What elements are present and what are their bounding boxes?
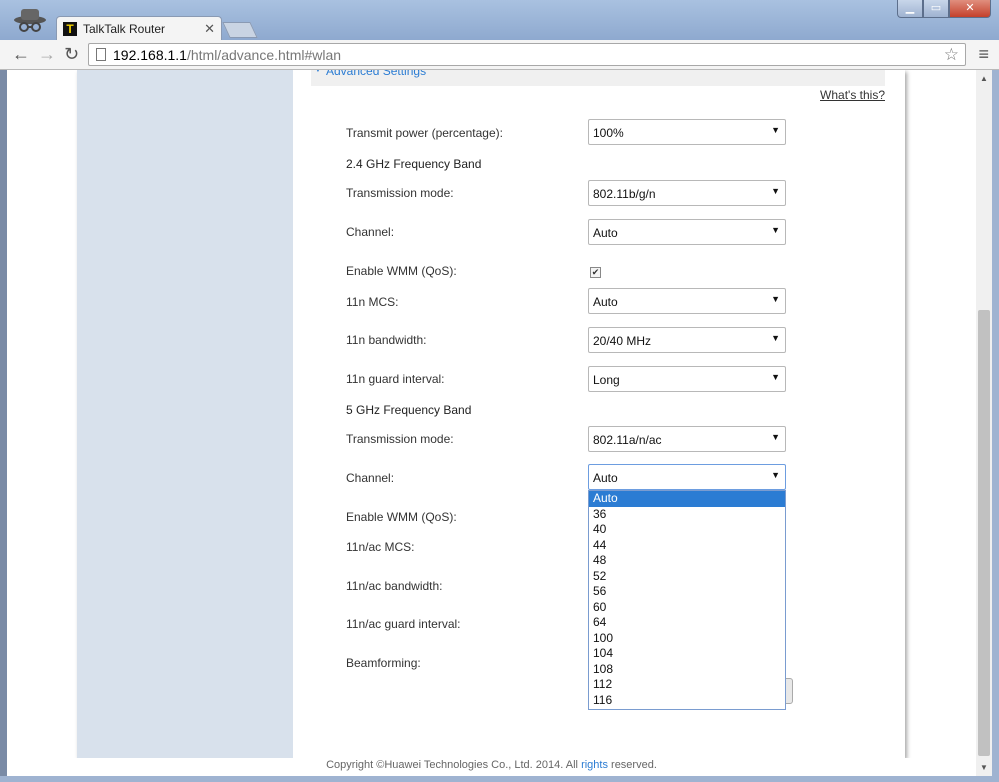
tab-close-icon[interactable]: ✕ [204,21,215,37]
dropdown-arrow-icon: ▼ [771,125,780,135]
back-arrow-icon[interactable]: ← [12,44,30,64]
band24-transmission-mode-label: Transmission mode: [346,186,454,200]
minimize-button[interactable]: ▁ [897,0,923,18]
channel-option[interactable]: 60 [589,600,785,616]
copyright-footer: Copyright ©Huawei Technologies Co., Ltd.… [7,758,976,776]
channel-option[interactable]: 116 [589,693,785,709]
collapse-triangle-icon: ▼ [313,70,323,75]
channel-option[interactable]: 48 [589,553,785,569]
band24-guard-interval-select[interactable]: Long ▼ [588,366,786,392]
channel-option[interactable]: Auto [589,491,785,507]
window-frame-bottom [0,776,999,782]
browser-tab[interactable]: T TalkTalk Router ✕ [56,16,222,40]
channel-option[interactable]: 40 [589,522,785,538]
new-tab-button[interactable] [222,22,258,38]
wlan-settings-panel: ▼ Advanced Settings What's this? Transmi… [293,70,905,758]
scrollbar-thumb[interactable] [978,310,990,756]
dropdown-arrow-icon: ▼ [771,294,780,304]
window-titlebar: T TalkTalk Router ✕ ▁ ▭ ✕ [0,0,999,40]
band5-guard-interval-label: 11n/ac guard interval: [346,617,461,631]
page-viewport: ▼ Advanced Settings What's this? Transmi… [7,70,976,776]
dropdown-arrow-icon: ▼ [771,372,780,382]
address-bar[interactable]: 192.168.1.1/html/advance.html#wlan ☆ [88,43,966,66]
channel-option[interactable]: 100 [589,631,785,647]
dropdown-arrow-icon: ▼ [771,186,780,196]
maximize-button[interactable]: ▭ [923,0,949,18]
page-icon [96,48,106,61]
channel-option[interactable]: 52 [589,569,785,585]
band5-transmission-mode-select[interactable]: 802.11a/n/ac ▼ [588,426,786,452]
band24-bandwidth-label: 11n bandwidth: [346,333,427,347]
band24-wmm-checkbox[interactable]: ✔ [590,267,601,278]
rights-link[interactable]: rights [581,759,608,771]
advanced-settings-header[interactable]: ▼ Advanced Settings [311,70,885,86]
scroll-up-arrow-icon[interactable]: ▲ [976,70,992,87]
band-5-title: 5 GHz Frequency Band [346,403,472,417]
scroll-down-arrow-icon[interactable]: ▼ [976,759,992,776]
window-frame-right [992,70,999,782]
band24-bandwidth-select[interactable]: 20/40 MHz ▼ [588,327,786,353]
bookmark-star-icon[interactable]: ☆ [944,45,959,65]
talktalk-favicon-icon: T [63,22,77,36]
channel-option[interactable]: 104 [589,646,785,662]
band5-mcs-label: 11n/ac MCS: [346,540,415,554]
beamforming-label: Beamforming: [346,656,421,670]
whats-this-link[interactable]: What's this? [820,88,885,102]
band-24-title: 2.4 GHz Frequency Band [346,157,482,171]
channel-option[interactable]: 56 [589,584,785,600]
url-text: 192.168.1.1/html/advance.html#wlan [113,47,342,63]
channel-option[interactable]: 36 [589,507,785,523]
dropdown-arrow-icon: ▼ [771,432,780,442]
band5-channel-select[interactable]: Auto ▼ [588,464,786,490]
band24-channel-select[interactable]: Auto ▼ [588,219,786,245]
browser-toolbar: ← → ↻ 192.168.1.1/html/advance.html#wlan… [0,40,999,70]
band5-transmission-mode-label: Transmission mode: [346,432,454,446]
dropdown-arrow-icon: ▼ [771,333,780,343]
window-controls: ▁ ▭ ✕ [897,0,991,20]
tab-title: TalkTalk Router [83,22,166,36]
band24-mcs-select[interactable]: Auto ▼ [588,288,786,314]
dropdown-arrow-icon: ▼ [771,470,780,480]
dropdown-arrow-icon: ▼ [771,225,780,235]
channel-dropdown-list: Auto 36 40 44 48 52 56 60 64 100 104 108… [588,490,786,710]
page-frame: ▼ Advanced Settings What's this? Transmi… [77,70,905,758]
channel-option[interactable]: 64 [589,615,785,631]
reload-icon[interactable]: ↻ [64,44,79,64]
band24-channel-label: Channel: [346,225,395,239]
close-window-button[interactable]: ✕ [949,0,991,18]
incognito-icon [14,9,46,32]
transmit-power-label: Transmit power (percentage): [346,126,503,140]
browser-menu-icon[interactable]: ≡ [978,44,989,65]
band5-wmm-label: Enable WMM (QoS): [346,510,457,524]
channel-option[interactable]: 112 [589,677,785,693]
band5-channel-label: Channel: [346,471,395,485]
forward-arrow-icon[interactable]: → [38,44,56,64]
band24-guard-interval-label: 11n guard interval: [346,372,445,386]
channel-option[interactable]: 44 [589,538,785,554]
transmit-power-select[interactable]: 100% ▼ [588,119,786,145]
band5-bandwidth-label: 11n/ac bandwidth: [346,579,443,593]
band24-mcs-label: 11n MCS: [346,295,399,309]
vertical-scrollbar[interactable]: ▲ ▼ [976,70,992,776]
band24-wmm-label: Enable WMM (QoS): [346,264,457,278]
band24-transmission-mode-select[interactable]: 802.11b/g/n ▼ [588,180,786,206]
channel-option[interactable]: 108 [589,662,785,678]
left-panel [77,70,293,758]
advanced-settings-title: Advanced Settings [326,70,427,78]
